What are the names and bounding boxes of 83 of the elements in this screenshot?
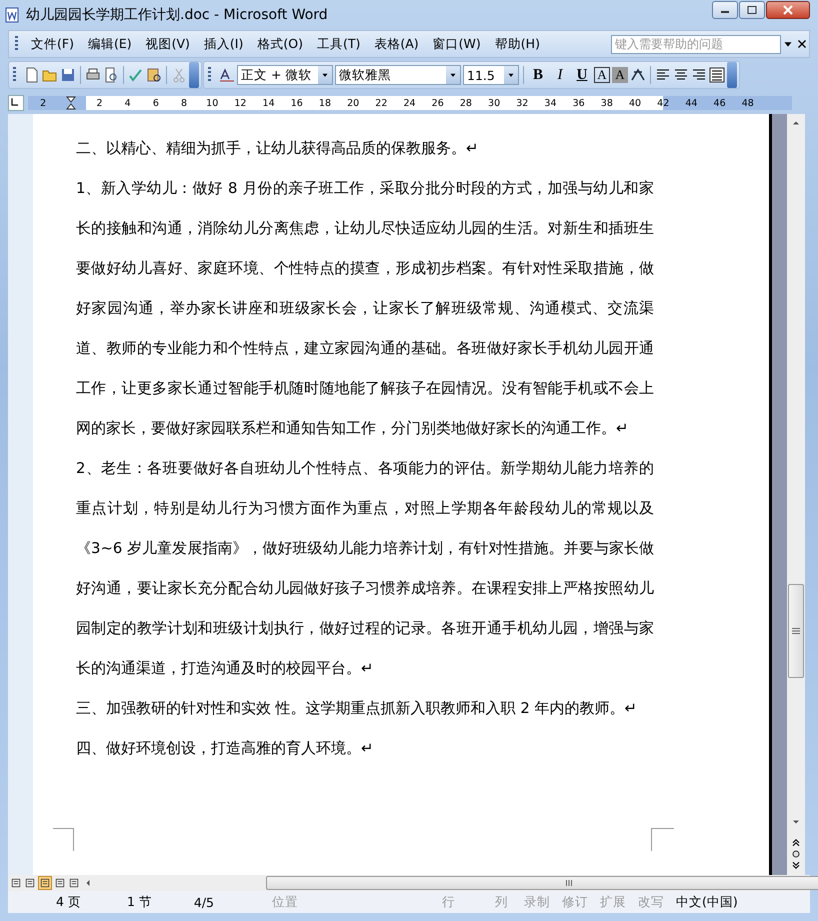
ruler-number: 46 bbox=[714, 98, 726, 108]
ruler-number: 42 bbox=[657, 98, 670, 108]
ruler-number: 20 bbox=[347, 98, 360, 108]
status-item: 1 节 bbox=[126, 894, 152, 910]
ruler-number: 48 bbox=[742, 98, 754, 108]
ruler-number: 32 bbox=[516, 98, 528, 108]
status-item: 列 bbox=[495, 894, 508, 910]
indent-marker-icon[interactable] bbox=[66, 96, 76, 110]
menu-item[interactable]: 插入(I) bbox=[196, 32, 250, 56]
ruler-number: 36 bbox=[572, 98, 585, 108]
print-preview-icon[interactable] bbox=[103, 67, 119, 83]
menu-item[interactable]: 表格(A) bbox=[367, 32, 426, 56]
ruler-number: 8 bbox=[181, 98, 188, 108]
menu-item[interactable]: 帮助(H) bbox=[488, 32, 547, 56]
justify-icon[interactable] bbox=[709, 67, 725, 83]
browse-object-icon[interactable] bbox=[790, 848, 802, 860]
ruler-number: 6 bbox=[152, 98, 159, 108]
status-item: 扩展 bbox=[600, 894, 626, 910]
ruler-number: 16 bbox=[290, 98, 303, 108]
ruler-number: 34 bbox=[544, 98, 557, 108]
close-button[interactable] bbox=[766, 1, 810, 19]
font-size-dropdown[interactable]: 11.5 bbox=[463, 65, 519, 85]
new-document-icon[interactable] bbox=[24, 67, 40, 83]
menu-item[interactable]: 窗口(W) bbox=[426, 32, 488, 56]
tab-stop-icon[interactable] bbox=[9, 96, 21, 108]
style-dropdown[interactable]: 正文 + 微软 bbox=[237, 65, 333, 85]
status-item: 位置 bbox=[272, 894, 298, 910]
menu-item[interactable]: 工具(T) bbox=[310, 32, 368, 56]
ruler-number: 26 bbox=[432, 98, 444, 108]
paragraph: 2、老生：各班要做好各自班幼儿个性特点、各项能力的评估。新学期幼儿能力培养的重点计划，特别是幼儿行为习惯方面作为重点，对照上学期各年龄段幼儿的常规以及《3~6 岁儿童发展指南》，做好班级幼儿能力培养计划，有针对性措施。并要与家长做好沟通，要让家长充分配合幼儿园做好孩子习惯养成培养。在课程安排上严格按照幼儿园制定的教学计划和班级计划执行，做好过程的记录。各班开通手机幼儿园，增强与家长的沟通渠道，打造沟通及时的校园平台。↵ bbox=[76, 459, 654, 679]
paragraph: 三、加强教研的针对性和实效 性。这学期重点抓新入职教师和入职 2 年内的教师。↵ bbox=[76, 699, 638, 719]
margin-corner-mark bbox=[53, 828, 74, 851]
ruler-number: 30 bbox=[488, 98, 500, 108]
research-icon[interactable] bbox=[146, 67, 162, 83]
scrollbar-thumb[interactable] bbox=[788, 584, 804, 678]
ruler-number: 18 bbox=[318, 98, 332, 108]
ruler-number: 2 bbox=[96, 98, 102, 108]
ruler-number: 38 bbox=[600, 98, 613, 108]
ruler-number: 14 bbox=[262, 98, 275, 108]
window-title: 幼儿园园长学期工作计划.doc - Microsoft Word bbox=[26, 6, 329, 24]
ruler-number: 24 bbox=[403, 98, 416, 108]
menu-item[interactable]: 文件(F) bbox=[24, 32, 81, 56]
status-item: 4/5 bbox=[194, 894, 214, 910]
ruler-number: 44 bbox=[685, 98, 698, 108]
close-icon bbox=[783, 5, 793, 15]
character-scaling-icon[interactable] bbox=[630, 67, 646, 83]
scrollbar-thumb[interactable] bbox=[266, 876, 818, 890]
maximize-icon bbox=[747, 6, 757, 14]
styles-icon[interactable] bbox=[219, 67, 235, 83]
margin-corner-mark bbox=[651, 828, 674, 851]
previous-page-icon[interactable] bbox=[790, 836, 802, 848]
ruler-number: 22 bbox=[375, 98, 388, 108]
format-button[interactable]: B bbox=[528, 65, 548, 85]
status-item: 录制 bbox=[524, 894, 550, 910]
status-item: 改写 bbox=[638, 894, 664, 910]
ruler-number: 28 bbox=[460, 98, 472, 108]
status-item: 4 页 bbox=[56, 894, 81, 910]
next-page-icon[interactable] bbox=[790, 860, 802, 872]
format-button[interactable]: I bbox=[550, 65, 570, 85]
status-item: 中文(中国) bbox=[676, 894, 738, 910]
ruler-number: 10 bbox=[206, 98, 218, 108]
ruler-number: 40 bbox=[628, 98, 642, 108]
ruler-number: 4 bbox=[124, 98, 131, 108]
format-button[interactable]: U bbox=[572, 65, 592, 85]
tab-selector[interactable] bbox=[8, 95, 24, 111]
paragraph: 1、新入学幼儿：做好 8 月份的亲子班工作，采取分批分时段的方式，加强与幼儿和家长的接触和沟通，消除幼儿分离焦虑，让幼儿尽快适应幼儿园的生活。对新生和插班生要做好幼儿喜好、家庭环境、个性特点的摸查，形成初步档案。有针对性采取措施，做好家园沟通，举办家长讲座和班级家长会，让家长了解班级常规、沟通模式、交流渠道、教师的专业能力和个性特点，建立家园沟通的基础。各班做好家长手机幼儿园开通工作，让更多家长通过智能手机随时随地能了解孩子在园情况。没有智能手机或不会上网的家长，要做好家园联系栏和通知告知工作，分门别类地做好家长的沟通工作。↵ bbox=[76, 179, 654, 439]
font-dropdown[interactable]: 微软雅黑 bbox=[335, 65, 461, 85]
help-search-field[interactable]: 键入需要帮助的问题 bbox=[611, 34, 781, 54]
status-item: 修订 bbox=[562, 894, 588, 910]
document-icon[interactable] bbox=[4, 7, 20, 23]
maximize-button[interactable] bbox=[739, 1, 765, 19]
save-icon[interactable] bbox=[60, 67, 76, 83]
status-item: 行 bbox=[442, 894, 455, 910]
menu-item[interactable]: 格式(O) bbox=[250, 32, 310, 56]
paragraph: 二、以精心、精细为抓手，让幼儿获得高品质的保教服务。↵ bbox=[76, 139, 480, 159]
minimize-button[interactable] bbox=[712, 1, 738, 19]
ruler-number: 12 bbox=[234, 98, 246, 108]
menu-item[interactable]: 视图(V) bbox=[138, 32, 197, 56]
paragraph: 四、做好环境创设，打造高雅的育人环境。↵ bbox=[76, 739, 374, 759]
menu-item[interactable]: 编辑(E) bbox=[80, 32, 139, 56]
format-button[interactable]: A bbox=[612, 67, 628, 83]
ruler-number: 2 bbox=[40, 98, 46, 108]
format-button[interactable]: A bbox=[594, 67, 610, 83]
